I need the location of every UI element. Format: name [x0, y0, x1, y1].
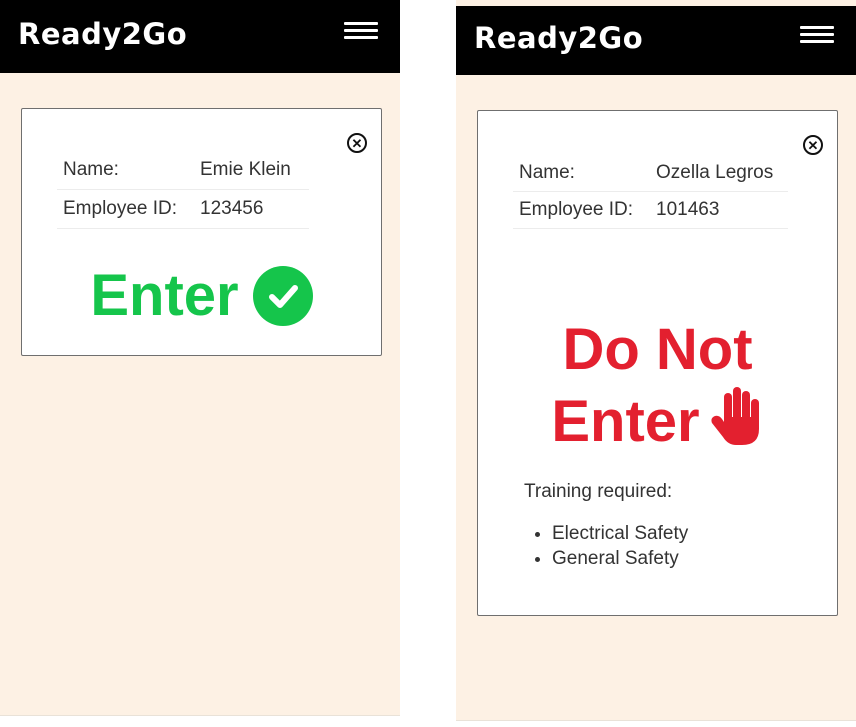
top-bar: Ready2Go — [0, 0, 400, 73]
access-status: Do Not Enter — [478, 315, 837, 463]
status-text-line2: Enter — [551, 389, 700, 454]
table-row: Name: Ozella Legros — [513, 155, 788, 192]
employee-info-table: Name: Emie Klein Employee ID: 123456 — [57, 151, 309, 229]
table-row: Employee ID: 123456 — [57, 189, 309, 229]
app-title: Ready2Go — [18, 16, 188, 51]
name-label: Name: — [513, 155, 650, 192]
hamburger-menu-icon[interactable] — [800, 25, 834, 44]
employee-card: ✕ Name: Ozella Legros Employee ID: 10146… — [477, 110, 838, 616]
table-row: Name: Emie Klein — [57, 151, 309, 190]
employee-info-table: Name: Ozella Legros Employee ID: 101463 — [513, 155, 788, 229]
access-status: Enter — [22, 261, 381, 331]
phone-screen-denied: Ready2Go ✕ Name: Ozella Legros Employee … — [456, 0, 856, 721]
name-label: Name: — [57, 151, 194, 190]
employee-id-label: Employee ID: — [57, 189, 194, 229]
table-row: Employee ID: 101463 — [513, 191, 788, 229]
employee-id-value: 101463 — [650, 191, 788, 229]
top-bar: Ready2Go — [456, 6, 856, 75]
employee-id-value: 123456 — [194, 189, 309, 229]
phone-screen-enter: Ready2Go ✕ Name: Emie Klein Employee ID:… — [0, 0, 400, 716]
close-icon[interactable]: ✕ — [347, 133, 367, 153]
stop-hand-icon — [708, 385, 764, 463]
employee-card: ✕ Name: Emie Klein Employee ID: 123456 E… — [21, 108, 382, 356]
training-list: Electrical Safety General Safety — [524, 521, 688, 571]
check-circle-icon — [252, 266, 313, 326]
close-icon[interactable]: ✕ — [803, 135, 823, 155]
status-text: Enter — [90, 263, 239, 328]
training-section: Training required: Electrical Safety Gen… — [524, 481, 688, 571]
name-value: Ozella Legros — [650, 155, 788, 192]
list-item: Electrical Safety — [552, 521, 688, 546]
name-value: Emie Klein — [194, 151, 309, 190]
status-text-line1: Do Not — [562, 317, 753, 382]
status-line2: Enter — [478, 385, 837, 463]
employee-id-label: Employee ID: — [513, 191, 650, 229]
training-heading: Training required: — [524, 481, 673, 502]
hamburger-menu-icon[interactable] — [344, 21, 378, 40]
list-item: General Safety — [552, 546, 688, 571]
app-title: Ready2Go — [474, 20, 644, 55]
